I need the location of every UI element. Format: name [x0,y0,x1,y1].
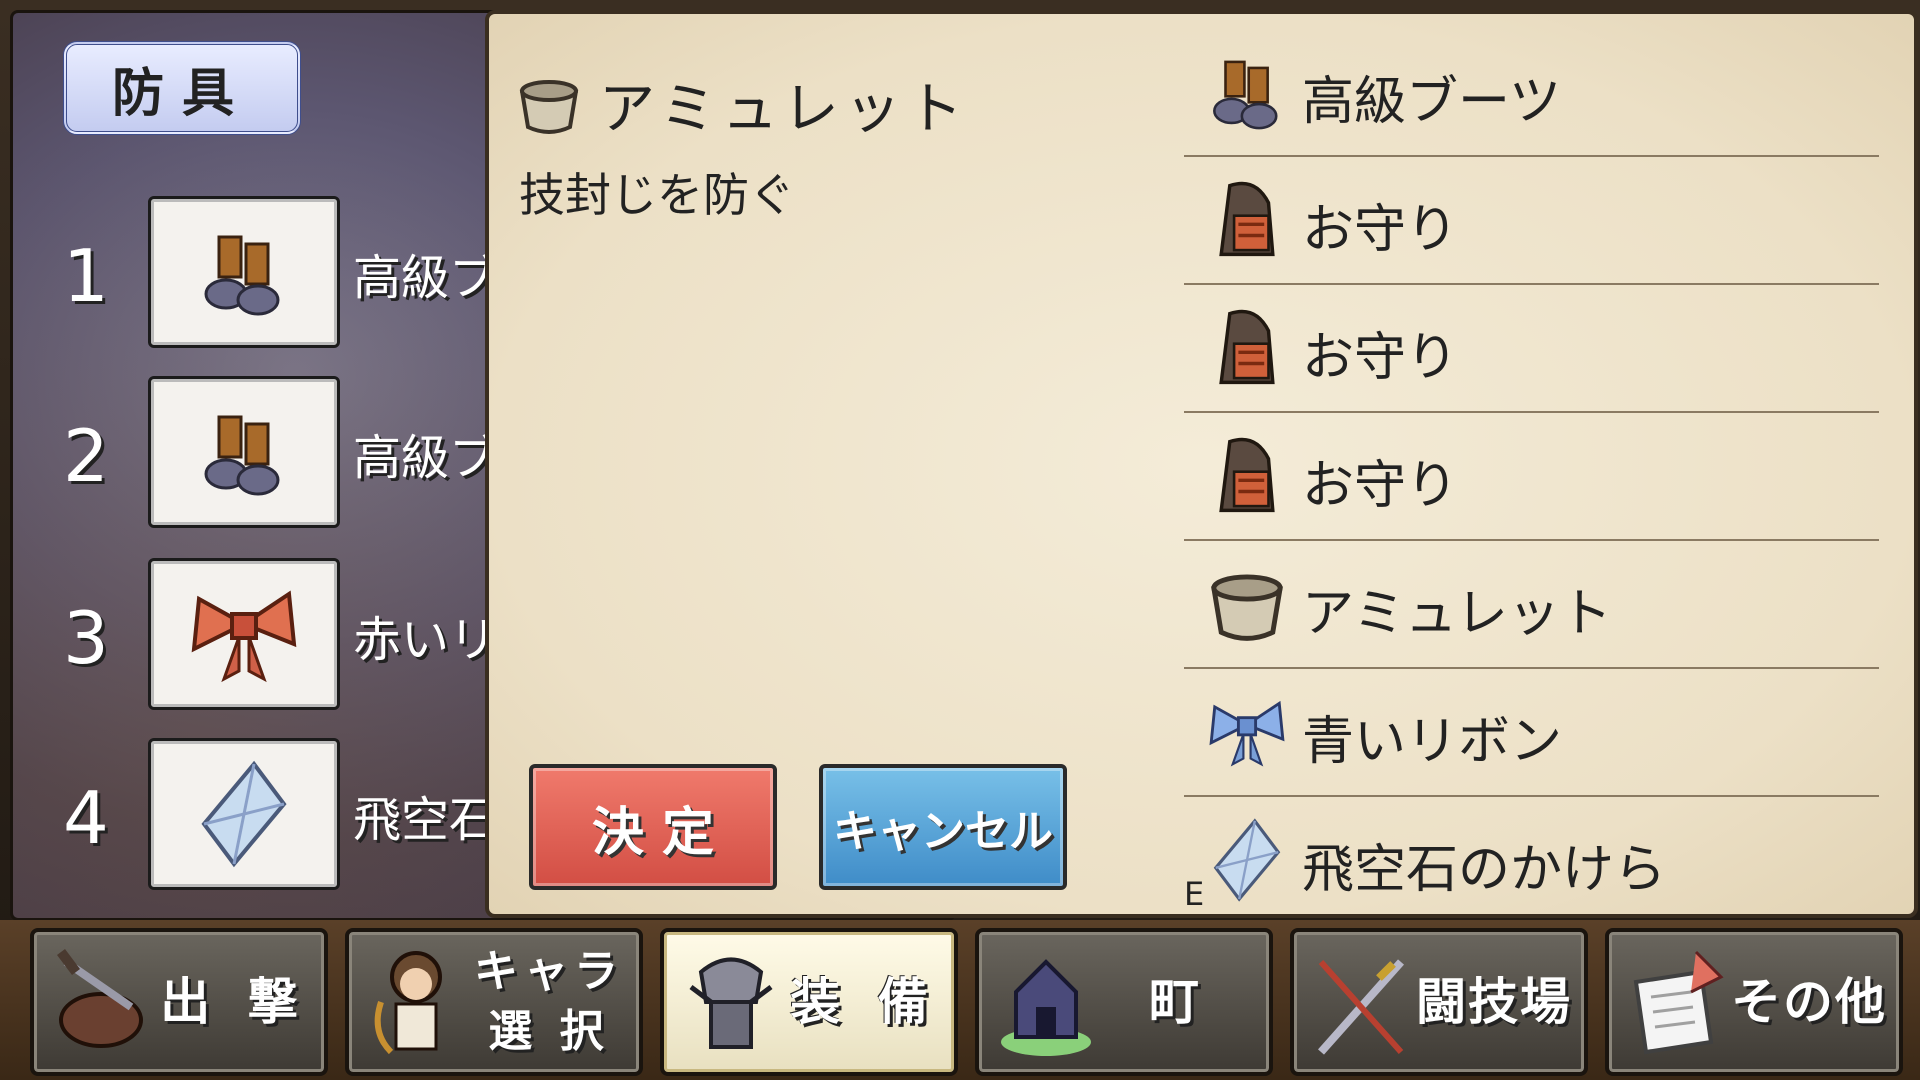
boots-icon [204,415,280,496]
slot-item-name: 赤いリ [353,612,498,668]
slot-number: 1 [63,234,109,318]
arena-icon [1318,959,1404,1055]
slot-number: 4 [63,776,109,860]
game-frame: 防具 1 高級ブ 2 高級ブ 3 赤いリ 4 飛空石 アミュレット 技封じを防ぐ… [0,0,1920,1080]
town-icon [1001,959,1091,1056]
others-icon [1633,950,1724,1055]
item-detail-title: アミュレット [599,77,969,142]
nav-arena[interactable]: 闘技場 [1290,928,1588,1076]
list-item-label: 青いリボン [1302,712,1563,772]
item-detail-description: 技封じを防ぐ [519,168,795,222]
nav-label: 装 備 [790,973,938,1031]
character-select-icon [374,951,442,1055]
nav-equipment[interactable]: 装 備 [660,928,958,1076]
list-item[interactable]: アミュレット [1184,541,1879,669]
list-item-label: お守り [1302,328,1459,388]
red-ribbon-icon [191,590,297,683]
cancel-label: キャンセル [833,806,1053,857]
category-badge: 防具 [63,41,301,135]
equipment-icon [689,957,773,1049]
slot-number: 2 [63,414,109,498]
charm-icon [1219,309,1275,385]
list-item[interactable]: お守り [1184,157,1879,285]
nav-label: キャラ選 択 [474,946,624,1057]
charm-icon [1219,437,1275,513]
slot-number: 3 [63,596,109,680]
crystal-icon [1213,818,1281,902]
blue-ribbon-icon [1209,700,1285,767]
list-item-label: アミュレット [1302,584,1612,644]
slot-item-name: 飛空石 [353,792,498,848]
nav-label: 闘技場 [1416,973,1572,1031]
sortie-icon [57,949,143,1048]
list-item[interactable]: お守り [1184,285,1879,413]
confirm-button[interactable]: 決 定 [529,764,777,890]
slot-item-name: 高級ブ [353,250,498,306]
amulet-icon [1211,574,1283,641]
slot-item-name: 高級ブ [353,430,498,486]
cancel-button[interactable]: キャンセル [819,764,1067,890]
amulet-icon [519,80,579,134]
nav-others[interactable]: その他 [1605,928,1903,1076]
item-select-panel: アミュレット 技封じを防ぐ 決 定 キャンセル 高級ブーツ お守り お守り お守… [485,10,1918,925]
equip-slot-3[interactable]: 3 赤いリ [13,558,513,710]
list-item[interactable]: 青いリボン [1184,669,1879,797]
list-item[interactable]: お守り [1184,413,1879,541]
nav-label: 町 [1149,973,1209,1031]
slot-icon-box[interactable] [148,196,340,348]
boots-icon [1213,60,1278,130]
list-item-label: お守り [1302,200,1459,260]
list-item-label: 高級ブーツ [1302,72,1561,132]
item-list: 高級ブーツ お守り お守り お守り アミュレット 青いリボン E 飛空石のかけら [1184,29,1879,925]
category-label: 防具 [111,63,252,124]
nav-town[interactable]: 町 [975,928,1273,1076]
slot-icon-box[interactable] [148,738,340,890]
slot-icon-box[interactable] [148,558,340,710]
charm-icon [1219,181,1275,257]
nav-character-select[interactable]: キャラ選 択 [345,928,643,1076]
nav-label: その他 [1731,973,1887,1031]
equip-slot-2[interactable]: 2 高級ブ [13,376,513,528]
slot-icon-box[interactable] [148,376,340,528]
list-item-label: お守り [1302,456,1459,516]
list-item[interactable]: 高級ブーツ [1184,29,1879,157]
confirm-label: 決 定 [591,802,715,863]
equipped-mark: E [1184,875,1205,913]
nav-label: 出 撃 [160,973,308,1031]
equip-slot-4[interactable]: 4 飛空石 [13,738,513,890]
bottom-nav: 出 撃 キャラ選 択 装 備 町 闘技場 その他 [0,920,1920,1080]
equip-slot-1[interactable]: 1 高級ブ [13,196,513,348]
list-item-label: 飛空石のかけら [1302,840,1667,900]
nav-sortie[interactable]: 出 撃 [30,928,328,1076]
list-item[interactable]: E 飛空石のかけら [1184,797,1879,925]
boots-icon [204,235,280,316]
crystal-icon [201,760,287,868]
